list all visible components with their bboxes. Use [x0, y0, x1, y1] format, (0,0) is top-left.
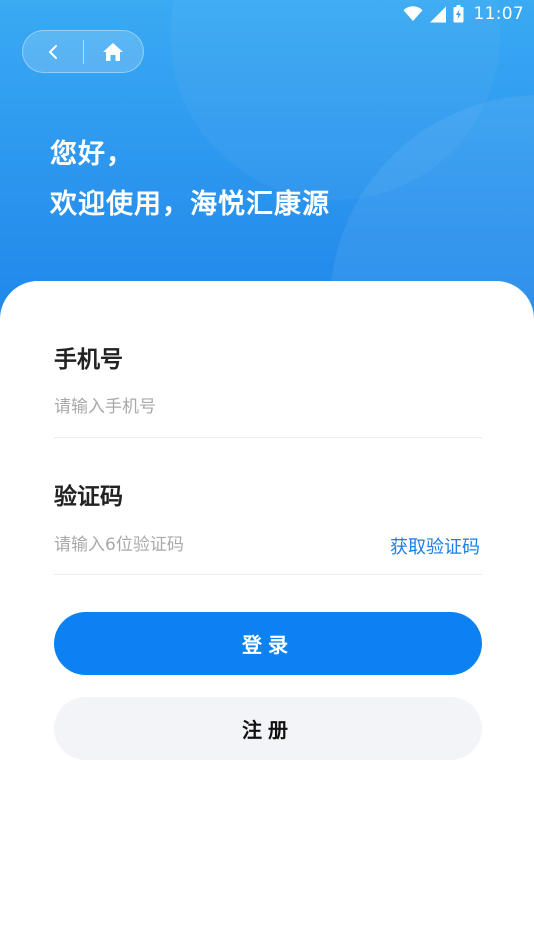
chevron-left-icon — [48, 44, 57, 59]
greeting-hello: 您好， — [50, 139, 134, 170]
get-code-link[interactable]: 获取验证码 — [390, 533, 480, 559]
home-button[interactable] — [83, 31, 143, 72]
signal-icon — [429, 6, 446, 22]
home-icon — [103, 42, 124, 61]
phone-label: 手机号 — [54, 347, 123, 373]
phone-input[interactable] — [54, 392, 354, 422]
status-bar: 11:07 — [0, 0, 534, 28]
battery-icon — [453, 5, 463, 23]
status-time: 11:07 — [473, 4, 524, 24]
code-label: 验证码 — [54, 484, 123, 510]
register-button[interactable]: 注册 — [54, 697, 482, 760]
greeting-welcome: 欢迎使用，海悦汇康源 — [50, 189, 330, 220]
login-button[interactable]: 登录 — [54, 612, 482, 675]
back-button[interactable] — [23, 31, 83, 72]
code-divider — [54, 574, 482, 575]
verification-code-input[interactable] — [54, 530, 354, 560]
phone-divider — [54, 437, 482, 438]
nav-capsule — [22, 30, 144, 73]
wifi-icon — [403, 6, 422, 21]
